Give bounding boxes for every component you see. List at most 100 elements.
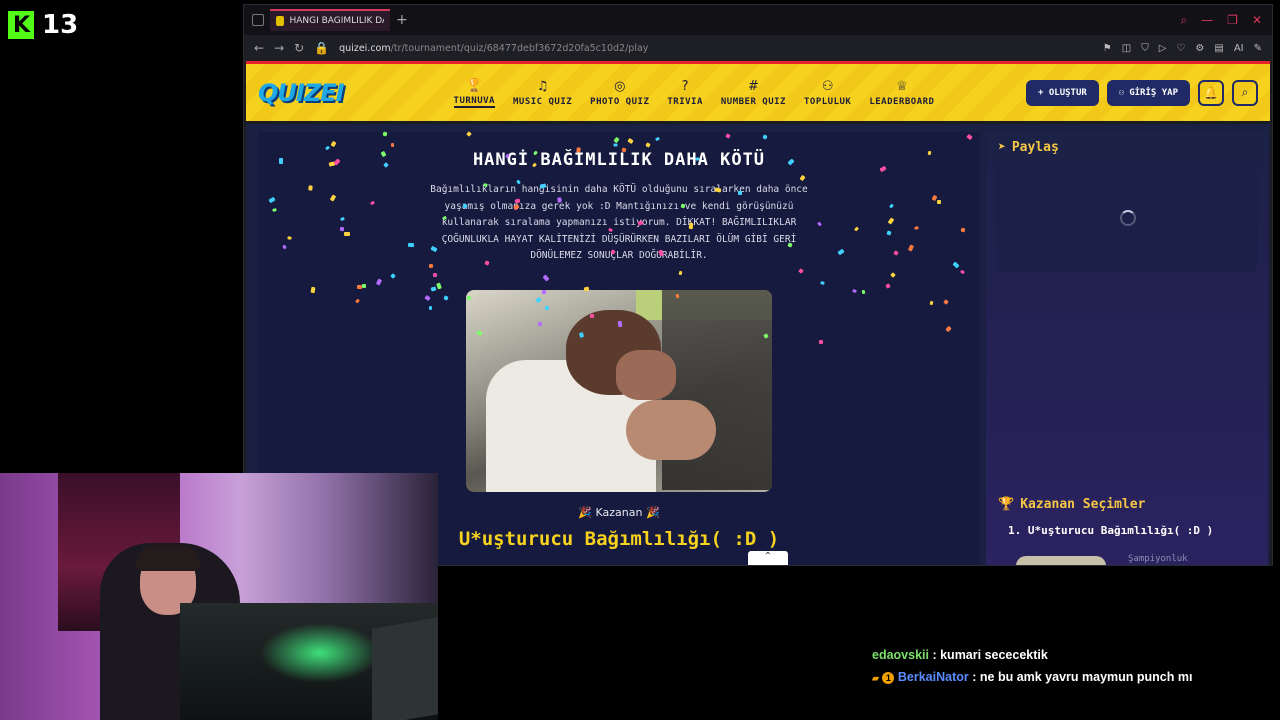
confetti-piece xyxy=(484,260,490,266)
chevron-up-icon: ⌃ xyxy=(763,551,773,562)
confetti-piece xyxy=(354,298,360,304)
gift-badge-icon: 1 xyxy=(882,671,895,684)
confetti-piece xyxy=(738,190,743,196)
heart-icon[interactable]: ♡ xyxy=(1176,43,1185,54)
notification-button[interactable]: 🔔 xyxy=(1198,79,1224,106)
confetti-piece xyxy=(818,339,824,345)
nav-music-quiz[interactable]: ♫ MUSIC QUIZ xyxy=(513,79,572,107)
nav-leaderboard[interactable]: ♕ LEADERBOARD xyxy=(869,79,934,107)
bell-icon: 🔔 xyxy=(1203,85,1219,100)
play-icon[interactable]: ▷ xyxy=(1159,43,1167,54)
url-field[interactable]: quizei.com/tr/tournament/quiz/68477debf3… xyxy=(339,43,648,54)
chat-message: edaovskii : kumari sececektik xyxy=(872,644,1272,666)
confetti-piece xyxy=(279,158,284,165)
confetti-piece xyxy=(929,300,934,305)
nav-label: NUMBER QUIZ xyxy=(720,96,786,107)
extension-icon[interactable]: ⚙ xyxy=(1195,43,1204,54)
winners-title: Kazanan Seçimler xyxy=(1020,497,1146,512)
confetti-piece xyxy=(281,244,287,250)
confetti-piece xyxy=(375,278,383,287)
stream-frame: K 13 HANGİ BAĞIMLILIK DAHA + ⌕ — ❐ ✕ ← →… xyxy=(0,0,1280,720)
confetti-piece xyxy=(908,244,915,253)
nav-topluluk[interactable]: ⚇ TOPLULUK xyxy=(804,79,851,107)
chat-overlay: edaovskii : kumari sececektik ▰ 1 Berkai… xyxy=(872,644,1272,689)
window-controls: ⌕ — ❐ ✕ xyxy=(1180,13,1272,28)
shield-icon[interactable]: ⛉ xyxy=(1141,43,1149,54)
confetti-piece xyxy=(369,200,375,206)
confetti-piece xyxy=(817,221,823,227)
url-path: /tr/tournament/quiz/68477debf3672d20fa5c… xyxy=(390,42,649,54)
nav-number-quiz[interactable]: # NUMBER QUIZ xyxy=(721,79,786,107)
chat-text: : ne bu amk yavru maymun punch mı xyxy=(972,670,1193,684)
scroll-up-button[interactable]: ⌃ xyxy=(748,551,788,565)
viewer-counter: K 13 xyxy=(8,10,78,40)
tab-overview-icon[interactable] xyxy=(252,14,264,26)
bookmark-icon[interactable]: ⚑ xyxy=(1103,43,1112,54)
toolbar-icons: ⚑ ◫ ⛉ ▷ ♡ ⚙ ▤ AI ✎ xyxy=(1103,43,1262,54)
trophy-icon: 🏆 xyxy=(998,497,1015,512)
confetti-piece xyxy=(890,272,897,278)
new-tab-icon[interactable]: + xyxy=(396,12,408,28)
webcam-feed xyxy=(0,473,438,720)
streamer-hair xyxy=(136,545,200,571)
login-button[interactable]: ⚇ GİRİŞ YAP xyxy=(1106,79,1190,106)
confetti-piece xyxy=(541,289,546,294)
confetti-piece xyxy=(272,207,277,212)
search-icon: ⌕ xyxy=(1241,85,1249,99)
nav-turnuva[interactable]: 🏆 TURNUVA xyxy=(453,77,495,108)
confetti-piece xyxy=(627,138,634,145)
confetti-piece xyxy=(879,165,887,173)
forward-icon[interactable]: → xyxy=(274,41,284,55)
confetti-piece xyxy=(556,196,562,203)
confetti-piece xyxy=(886,230,892,236)
create-button[interactable]: + OLUŞTUR xyxy=(1026,79,1099,106)
quiz-title: HANGİ BAĞIMLILIK DAHA KÖTÜ xyxy=(472,150,766,170)
confetti-piece xyxy=(798,268,805,274)
nav-trivia[interactable]: ? TRIVIA xyxy=(667,79,703,107)
nav-label: MUSIC QUIZ xyxy=(512,96,573,107)
search-button[interactable]: ⌕ xyxy=(1232,79,1258,106)
close-icon[interactable]: ✕ xyxy=(1252,13,1262,28)
confetti-piece xyxy=(542,274,550,282)
confetti-piece xyxy=(432,272,437,278)
confetti-piece xyxy=(340,216,346,222)
address-bar: ← → ↻ 🔒 quizei.com/tr/tournament/quiz/68… xyxy=(244,35,1272,61)
search-icon[interactable]: ⌕ xyxy=(1180,13,1187,28)
camera-icon[interactable]: ◫ xyxy=(1122,43,1131,54)
site-logo[interactable]: QUIZEI xyxy=(258,79,345,107)
confetti-piece xyxy=(853,226,859,232)
confetti-piece xyxy=(914,226,919,231)
trophy-icon: 🏆 xyxy=(466,77,483,93)
confetti-piece xyxy=(407,242,415,247)
wallet-icon[interactable]: ▤ xyxy=(1214,43,1223,54)
winners-list-item[interactable]: 1. U*uşturucu Bağımlılığı( :D ) xyxy=(1008,524,1213,537)
lock-icon: 🔒 xyxy=(314,41,330,55)
confetti-piece xyxy=(310,286,316,293)
reload-icon[interactable]: ↻ xyxy=(294,41,304,55)
nav-photo-quiz[interactable]: ◎ PHOTO QUIZ xyxy=(590,79,649,107)
confetti-piece xyxy=(888,203,894,209)
back-icon[interactable]: ← xyxy=(254,41,264,55)
winners-thumbnail xyxy=(1016,556,1106,565)
maximize-icon[interactable]: ❐ xyxy=(1227,13,1238,28)
nav-label: PHOTO QUIZ xyxy=(590,96,650,107)
confetti-piece xyxy=(382,131,388,137)
confetti-piece xyxy=(465,131,472,137)
user-icon: ⚇ xyxy=(1118,87,1125,98)
pen-icon[interactable]: ✎ xyxy=(1254,43,1262,54)
tab-quiz[interactable]: HANGİ BAĞIMLILIK DAHA xyxy=(270,9,390,31)
header-actions: + OLUŞTUR ⚇ GİRİŞ YAP 🔔 ⌕ xyxy=(1026,79,1258,106)
confetti-piece xyxy=(268,197,276,204)
loading-spinner-icon xyxy=(1120,210,1136,226)
confetti-piece xyxy=(861,289,866,295)
confetti-piece xyxy=(287,236,292,241)
confetti-piece xyxy=(851,288,857,293)
ai-button[interactable]: AI xyxy=(1234,43,1244,54)
confetti-piece xyxy=(943,298,949,305)
nav-label: TOPLULUK xyxy=(803,96,852,107)
users-icon: ⚇ xyxy=(821,78,834,94)
pc-tower xyxy=(372,617,438,720)
confetti-piece xyxy=(613,143,618,147)
minimize-icon[interactable]: — xyxy=(1201,13,1213,28)
confetti-piece xyxy=(361,283,367,289)
